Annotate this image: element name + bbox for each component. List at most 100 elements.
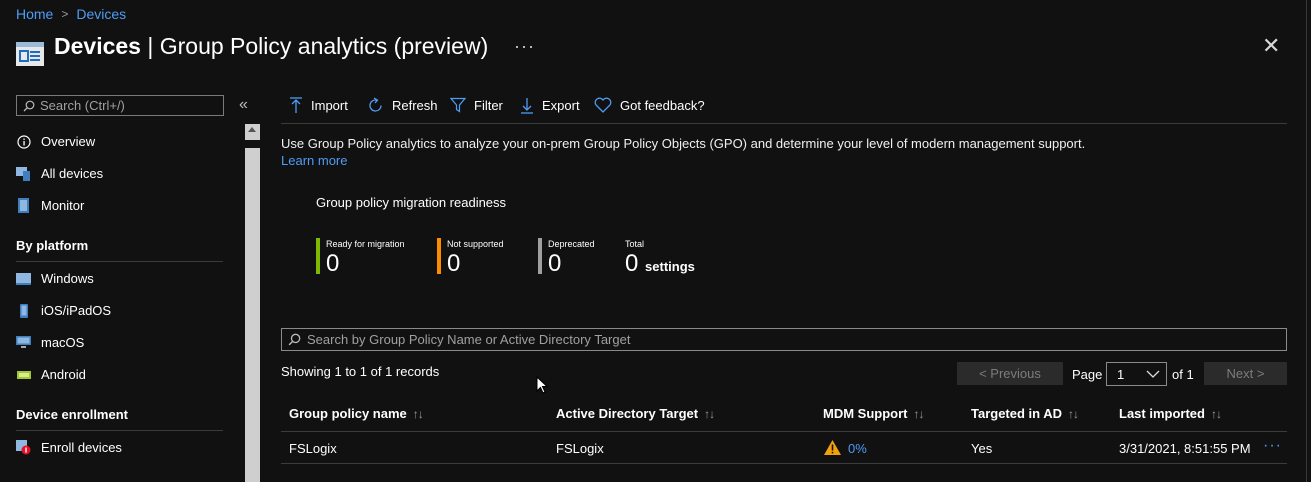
sidebar-item-label: Monitor — [41, 198, 85, 213]
column-header-policy-name[interactable]: Group policy name ↑↓ — [289, 406, 424, 421]
sidebar-item-windows[interactable]: Windows — [16, 271, 94, 286]
sidebar-item-label: All devices — [41, 166, 104, 181]
sidebar-item-android[interactable]: Android — [16, 367, 86, 382]
sidebar-item-label: macOS — [41, 335, 85, 350]
metric-label: Deprecated — [548, 239, 595, 249]
metric-color-bar — [437, 238, 441, 274]
filter-button[interactable]: Filter — [450, 97, 503, 113]
sort-icon: ↑↓ — [412, 406, 424, 421]
import-icon — [290, 97, 302, 113]
section-divider — [16, 430, 223, 431]
scrollbar-gap — [245, 140, 260, 148]
sidebar-search-input[interactable] — [40, 98, 220, 113]
row-more-options-icon[interactable]: ··· — [1263, 437, 1282, 455]
sidebar-item-ios[interactable]: iOS/iPadOS — [16, 303, 111, 318]
enroll-icon — [16, 440, 31, 455]
metric-color-bar — [316, 238, 320, 274]
metric-label: Ready for migration — [326, 239, 405, 249]
metric-ready-for-migration[interactable]: Ready for migration 0 — [316, 238, 426, 277]
feedback-button[interactable]: Got feedback? — [594, 97, 705, 113]
previous-page-button[interactable]: < Previous — [957, 362, 1063, 385]
policy-search-input[interactable] — [307, 332, 1267, 347]
close-icon[interactable]: ✕ — [1262, 35, 1280, 57]
learn-more-link[interactable]: Learn more — [281, 153, 347, 168]
info-icon — [16, 134, 31, 149]
sidebar-item-label: Enroll devices — [41, 440, 122, 455]
breadcrumb-home-link[interactable]: Home — [16, 6, 53, 22]
mdm-support-link[interactable]: 0% — [848, 441, 867, 456]
refresh-icon — [369, 97, 382, 112]
metric-label: Total — [625, 239, 645, 249]
sidebar-item-all-devices[interactable]: All devices — [16, 166, 103, 181]
cell-mdm-support[interactable]: 0% — [823, 438, 867, 456]
import-button[interactable]: Import — [289, 97, 348, 114]
export-button[interactable]: Export — [520, 97, 580, 114]
cell-policy-name[interactable]: FSLogix — [289, 441, 337, 456]
page-select[interactable]: 1 — [1106, 362, 1167, 386]
sidebar-item-macos[interactable]: macOS — [16, 335, 84, 350]
column-header-last-imported[interactable]: Last imported ↑↓ — [1119, 406, 1222, 421]
search-icon — [23, 100, 35, 111]
android-icon — [16, 367, 31, 382]
section-divider — [16, 261, 223, 262]
mouse-cursor-icon — [536, 375, 549, 397]
cell-targeted-in-ad: Yes — [971, 441, 993, 456]
breadcrumb-devices-link[interactable]: Devices — [76, 6, 126, 22]
metric-value: 0 — [326, 250, 340, 277]
metric-label: Not supported — [447, 239, 504, 249]
sort-icon: ↑↓ — [913, 406, 924, 421]
devices-icon — [16, 166, 31, 181]
filter-label: Filter — [474, 97, 503, 113]
more-options-icon[interactable]: ··· — [514, 36, 535, 57]
column-header-mdm-support[interactable]: MDM Support ↑↓ — [823, 406, 924, 421]
export-label: Export — [542, 98, 580, 113]
collapse-sidebar-icon[interactable]: « — [239, 96, 248, 114]
phone-icon — [16, 303, 31, 318]
section-by-platform: By platform — [16, 238, 89, 253]
page-select-value: 1 — [1117, 366, 1125, 382]
chevron-down-icon — [1146, 370, 1160, 378]
metric-total: Total 0 settings — [615, 238, 715, 277]
filter-icon — [450, 97, 466, 113]
scroll-up-arrow-icon[interactable] — [248, 127, 256, 132]
sidebar-item-label: Windows — [41, 271, 94, 286]
sidebar-search-box[interactable] — [16, 95, 224, 116]
page-label: Page — [1072, 367, 1103, 382]
table-header-divider — [281, 431, 1287, 432]
column-header-targeted-in-ad[interactable]: Targeted in AD ↑↓ — [971, 406, 1079, 421]
warning-icon — [824, 439, 841, 455]
section-device-enrollment: Device enrollment — [16, 407, 128, 422]
sidebar-item-label: iOS/iPadOS — [41, 303, 112, 318]
window-edge-divider — [1306, 0, 1307, 482]
records-count: Showing 1 to 1 of 1 records — [281, 364, 440, 379]
sidebar-scrollbar[interactable] — [245, 124, 260, 482]
metric-unit: settings — [645, 259, 695, 274]
next-page-button[interactable]: Next > — [1204, 362, 1287, 385]
sidebar-item-enroll-devices[interactable]: Enroll devices — [16, 440, 122, 455]
sort-icon: ↑↓ — [704, 406, 715, 421]
metric-value: 0 — [548, 250, 562, 277]
monitor-book-icon — [16, 198, 31, 213]
readiness-title: Group policy migration readiness — [316, 195, 507, 210]
refresh-button[interactable]: Refresh — [367, 97, 438, 114]
table-row-divider — [281, 463, 1287, 464]
page-title: Devices | Group Policy analytics (previe… — [54, 33, 489, 59]
description-text: Use Group Policy analytics to analyze yo… — [281, 136, 1086, 151]
metric-color-bar — [538, 238, 542, 274]
sort-icon: ↑↓ — [1068, 406, 1079, 421]
policy-search-box[interactable] — [281, 328, 1287, 351]
metric-value: 0 — [447, 250, 461, 277]
metric-value: 0 settings — [625, 250, 695, 277]
feedback-label: Got feedback? — [620, 97, 705, 113]
sidebar-item-label: Overview — [41, 134, 96, 149]
page-count-label: of 1 — [1172, 367, 1194, 382]
cell-last-imported: 3/31/2021, 8:51:55 PM — [1119, 441, 1251, 456]
metric-not-supported[interactable]: Not supported 0 — [437, 238, 527, 277]
metric-deprecated[interactable]: Deprecated 0 — [538, 238, 618, 277]
sidebar-item-monitor[interactable]: Monitor — [16, 198, 84, 213]
toolbar-divider — [281, 123, 1287, 124]
heart-icon — [594, 97, 612, 113]
column-header-ad-target[interactable]: Active Directory Target ↑↓ — [556, 406, 715, 421]
windows-icon — [16, 271, 31, 286]
sidebar-item-overview[interactable]: Overview — [16, 134, 95, 149]
